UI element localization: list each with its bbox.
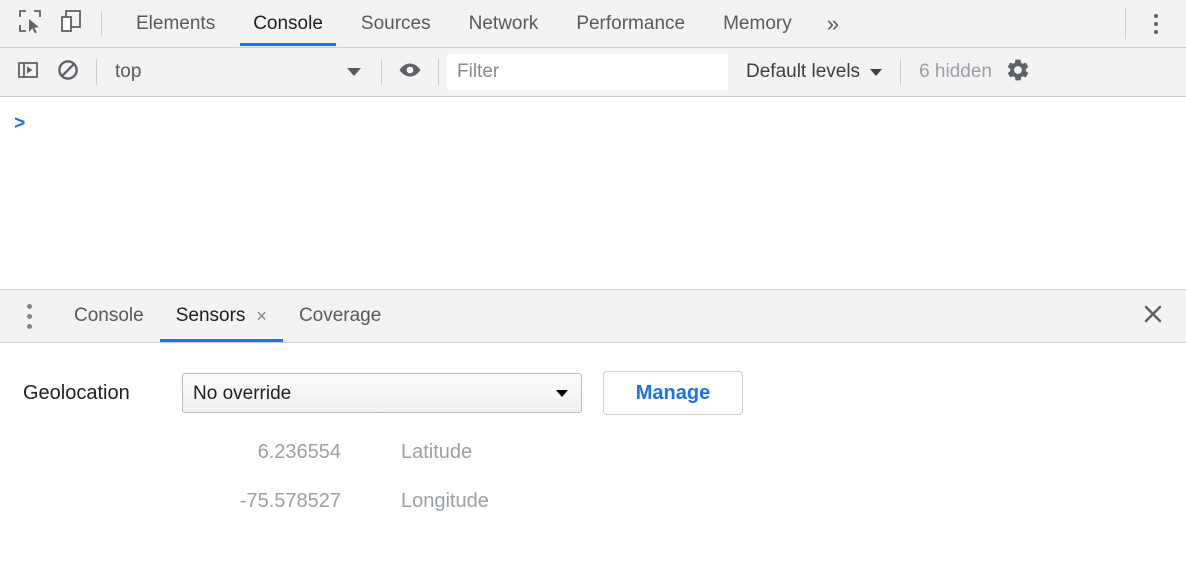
panel-tab-list: Elements Console Sources Network Perform…: [117, 0, 855, 47]
latitude-label: Latitude: [401, 441, 472, 464]
log-levels-value: Default levels: [746, 61, 860, 83]
execution-context-selector[interactable]: top: [105, 57, 373, 87]
execution-context-value: top: [115, 61, 347, 83]
close-sensors-tab-icon[interactable]: ×: [256, 307, 267, 325]
drawer-tab-sensors[interactable]: Sensors ×: [160, 290, 283, 342]
drawer-menu-button[interactable]: [0, 290, 58, 342]
console-toolbar-divider-3: [438, 59, 439, 85]
inspect-element-icon: [17, 8, 43, 39]
tab-performance[interactable]: Performance: [557, 0, 704, 47]
console-sidebar-toggle-button[interactable]: [8, 58, 48, 87]
inspect-element-button[interactable]: [10, 0, 50, 47]
drawer-tab-bar: Console Sensors × Coverage: [0, 290, 1186, 343]
drawer-tab-console[interactable]: Console: [58, 290, 160, 342]
toolbar-divider: [101, 11, 102, 36]
eye-icon: [397, 57, 423, 88]
longitude-label: Longitude: [401, 490, 489, 513]
tab-memory-label: Memory: [723, 13, 792, 35]
tab-console[interactable]: Console: [234, 0, 342, 47]
geolocation-select-wrapper: No override: [182, 373, 582, 413]
sensors-pane: Geolocation No override Manage 6.236554 …: [0, 371, 1186, 513]
console-toolbar-divider-1: [96, 59, 97, 85]
device-toolbar-icon: [58, 8, 84, 39]
geolocation-row: Geolocation No override Manage: [0, 371, 1186, 415]
tab-sources-label: Sources: [361, 13, 431, 35]
drawer-tab-console-label: Console: [74, 305, 144, 327]
latitude-value[interactable]: 6.236554: [0, 441, 341, 464]
console-message-area[interactable]: >: [0, 97, 1186, 289]
console-filter-toolbar: top Default levels 6 hidden: [0, 48, 1186, 97]
console-sidebar-icon: [16, 58, 40, 87]
chevron-down-icon: [347, 68, 361, 76]
tab-performance-label: Performance: [576, 13, 685, 35]
clear-console-icon: [56, 58, 80, 87]
latitude-row: 6.236554 Latitude: [0, 441, 1186, 464]
clear-console-button[interactable]: [48, 58, 88, 87]
console-prompt-icon: >: [14, 113, 25, 135]
longitude-value[interactable]: -75.578527: [0, 490, 341, 513]
log-levels-selector[interactable]: Default levels: [746, 61, 882, 83]
chevron-double-right-icon: »: [827, 11, 839, 37]
main-menu-button[interactable]: [1126, 0, 1186, 47]
live-expression-button[interactable]: [390, 57, 430, 88]
longitude-row: -75.578527 Longitude: [0, 490, 1186, 513]
chevron-down-icon: [870, 69, 882, 76]
drawer-tab-coverage[interactable]: Coverage: [283, 290, 397, 342]
tab-network[interactable]: Network: [450, 0, 558, 47]
console-settings-button[interactable]: [992, 57, 1044, 88]
gear-icon: [1005, 57, 1031, 88]
close-icon: [1140, 301, 1166, 332]
devtools-main-toolbar: Elements Console Sources Network Perform…: [0, 0, 1186, 48]
geolocation-label: Geolocation: [23, 382, 182, 405]
console-toolbar-divider-2: [381, 59, 382, 85]
toggle-device-toolbar-button[interactable]: [50, 0, 92, 47]
toolbar-right-group: [1125, 0, 1186, 47]
more-tabs-button[interactable]: »: [811, 0, 855, 47]
tab-elements[interactable]: Elements: [117, 0, 234, 47]
geolocation-select[interactable]: No override: [182, 373, 582, 413]
tab-elements-label: Elements: [136, 13, 215, 35]
console-input[interactable]: [38, 113, 1186, 137]
devtools-drawer: Console Sensors × Coverage Geolocation N…: [0, 289, 1186, 586]
filter-input[interactable]: [447, 54, 728, 90]
console-toolbar-divider-4: [900, 59, 901, 85]
tab-sources[interactable]: Sources: [342, 0, 450, 47]
tab-network-label: Network: [469, 13, 539, 35]
tab-console-label: Console: [253, 13, 323, 35]
kebab-menu-icon: [27, 301, 32, 331]
tab-memory[interactable]: Memory: [704, 0, 811, 47]
drawer-tab-coverage-label: Coverage: [299, 305, 381, 327]
kebab-menu-icon: [1154, 12, 1158, 36]
close-drawer-button[interactable]: [1120, 290, 1186, 342]
drawer-tab-sensors-label: Sensors: [176, 305, 246, 327]
hidden-messages-count: 6 hidden: [919, 61, 992, 83]
manage-locations-button[interactable]: Manage: [603, 371, 743, 415]
